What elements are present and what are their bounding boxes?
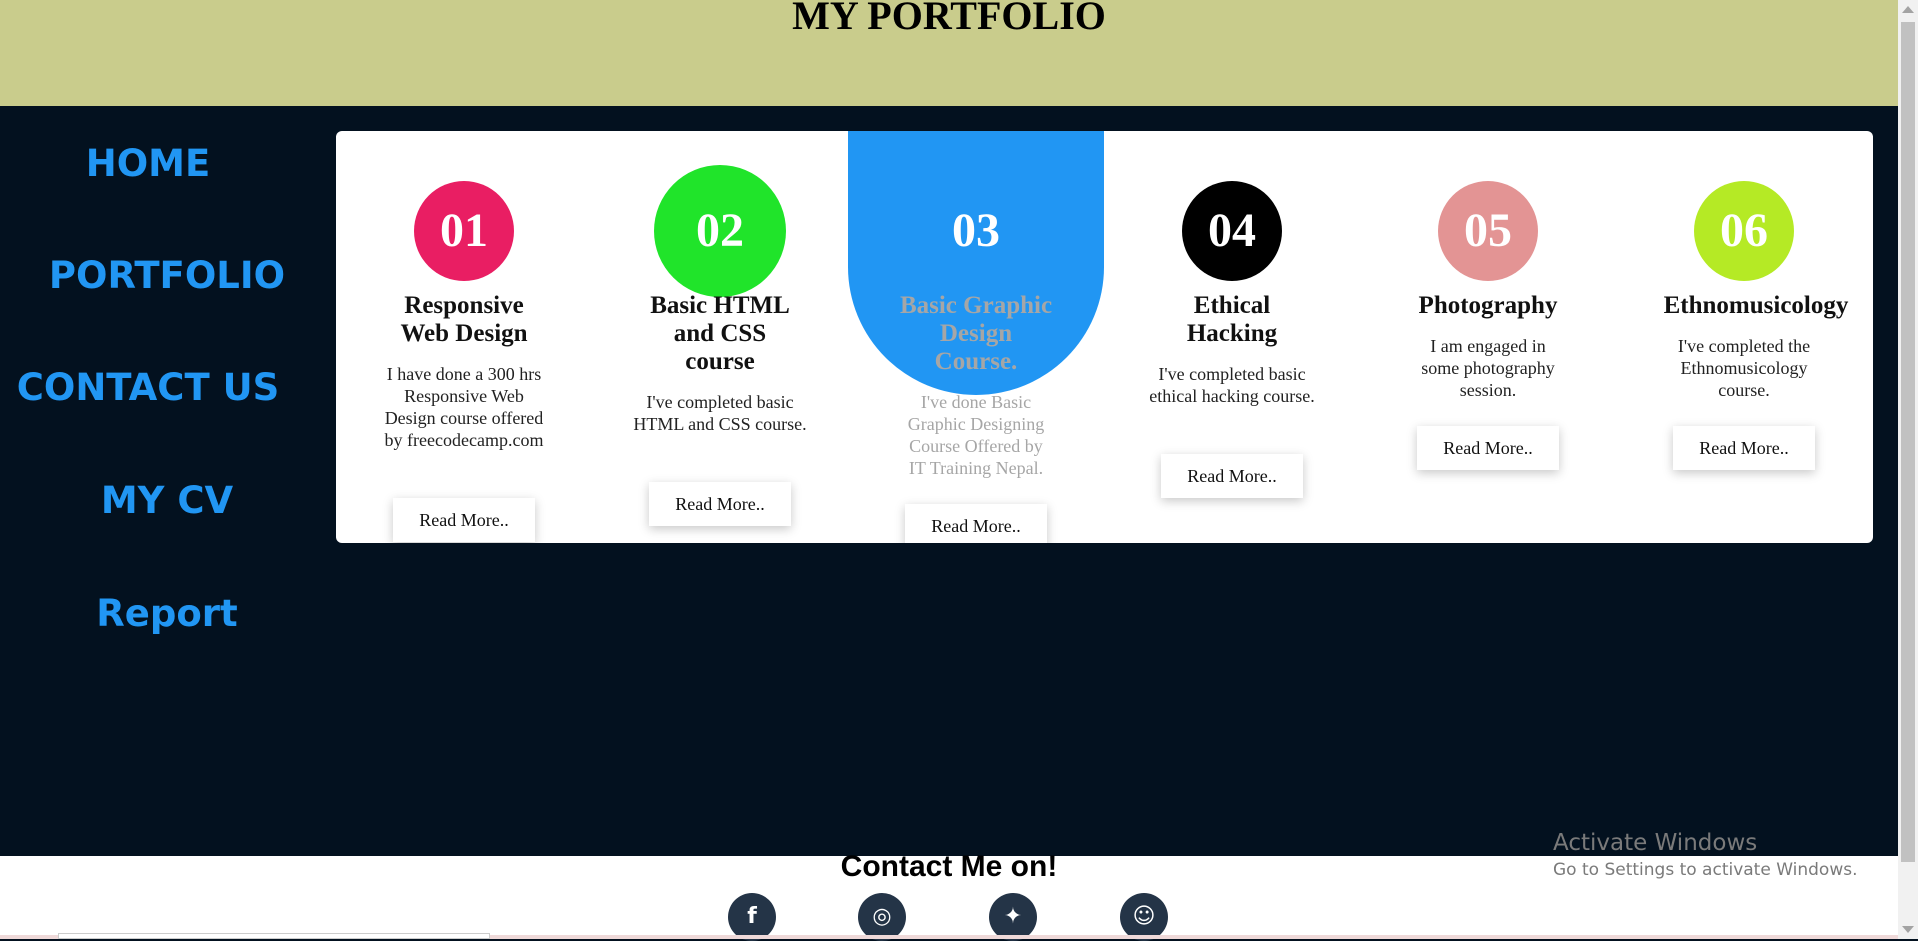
windows-activation-watermark: Activate Windows Go to Settings to activ… (1553, 830, 1858, 880)
portfolio-card-05: 05 Photography I am engaged in some phot… (1360, 131, 1616, 543)
footer-strip-box (58, 933, 490, 939)
card-number-badge: 01 (414, 181, 514, 281)
card-title: Basic Graphic Design Course. (899, 292, 1053, 375)
twitter-icon[interactable]: ✦ (989, 893, 1037, 941)
portfolio-card-04: 04 Ethical Hacking I've completed basic … (1104, 131, 1360, 543)
card-description: I've completed basic ethical hacking cou… (1149, 364, 1315, 406)
card-description: I am engaged in some photography session… (1421, 336, 1555, 400)
portfolio-card-03: 03 Basic Graphic Design Course. I've don… (848, 131, 1104, 543)
card-title: Responsive Web Design (400, 292, 528, 347)
nav-home[interactable]: HOME (86, 142, 211, 185)
card-number-badge: 02 (654, 165, 786, 297)
card-number-badge: 04 (1182, 181, 1282, 281)
scrollbar-thumb[interactable] (1901, 22, 1915, 862)
nav-contact-us[interactable]: CONTACT US (17, 366, 280, 409)
page-header: MY PORTFOLIO (0, 0, 1898, 106)
nav-portfolio[interactable]: PORTFOLIO (49, 254, 285, 297)
sidebar-nav: HOME PORTFOLIO CONTACT US MY CV Report (0, 106, 336, 856)
card-title: Ethnomusicology (1663, 292, 1849, 319)
portfolio-card-06: 06 Ethnomusicology I've completed the Et… (1616, 131, 1872, 543)
scroll-down-icon[interactable] (1902, 926, 1914, 933)
card-number-badge: 03 (952, 204, 1000, 257)
portfolio-card-02: 02 Basic HTML and CSS course I've comple… (592, 131, 848, 543)
scroll-up-icon[interactable] (1902, 6, 1914, 13)
read-more-button[interactable]: Read More.. (1161, 454, 1303, 498)
read-more-button[interactable]: Read More.. (393, 498, 535, 542)
portfolio-card-panel: 01 Responsive Web Design I have done a 3… (336, 131, 1873, 543)
watermark-title: Activate Windows (1553, 830, 1758, 856)
card-description: I've completed basic HTML and CSS course… (633, 392, 807, 434)
card-title: Photography (1418, 292, 1558, 319)
card-description: I have done a 300 hrs Responsive Web Des… (384, 364, 544, 450)
card-title: Basic HTML and CSS course (650, 292, 790, 375)
nav-my-cv[interactable]: MY CV (101, 479, 233, 522)
card-number-badge: 05 (1438, 181, 1538, 281)
facebook-icon[interactable]: f (728, 893, 776, 941)
read-more-button[interactable]: Read More.. (1417, 426, 1559, 470)
read-more-button[interactable]: Read More.. (1673, 426, 1815, 470)
watermark-subtitle: Go to Settings to activate Windows. (1553, 860, 1858, 880)
page-title: MY PORTFOLIO (792, 0, 1106, 38)
nav-report[interactable]: Report (96, 592, 237, 635)
card-title: Ethical Hacking (1186, 292, 1278, 347)
read-more-button[interactable]: Read More.. (905, 504, 1047, 543)
card-number-badge: 06 (1694, 181, 1794, 281)
portfolio-card-01: 01 Responsive Web Design I have done a 3… (336, 131, 592, 543)
read-more-button[interactable]: Read More.. (649, 482, 791, 526)
card-description: I've done Basic Graphic Designing Course… (907, 392, 1045, 478)
instagram-icon[interactable]: ◎ (858, 893, 906, 941)
vertical-scrollbar[interactable] (1898, 0, 1918, 939)
snapchat-icon[interactable]: ☺ (1120, 893, 1168, 941)
card-description: I've completed the Ethnomusicology cours… (1677, 336, 1811, 400)
